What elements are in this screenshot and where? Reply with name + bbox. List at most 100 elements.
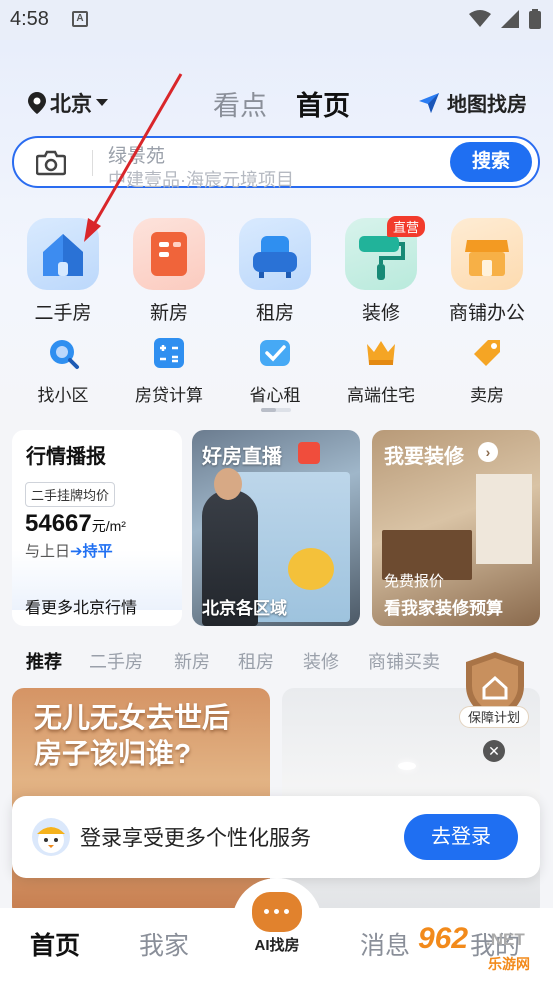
tab-zhuangxiu[interactable]: 装修 [303, 648, 339, 674]
deco-card-title: 我要装修 [384, 446, 464, 468]
nav-ai-find[interactable]: AI找房 [232, 878, 322, 968]
community-search-icon [50, 340, 79, 369]
watermark-net: .NET [486, 930, 525, 949]
site-watermark: 962 .NET 乐游网 [414, 920, 546, 978]
article-headline-line2: 房子该归谁? [34, 738, 192, 769]
market-card-compare: 与上日➔持平 [25, 540, 113, 561]
category-label: 商铺办公 [448, 303, 525, 324]
subcategory-luxury[interactable]: 高端住宅 [328, 336, 434, 406]
category-ershoufang[interactable]: 二手房 [10, 218, 116, 325]
compare-prefix: 与上日 [25, 543, 71, 560]
search-button[interactable]: 搜索 [450, 142, 532, 182]
market-card-tag: 二手挂牌均价 [25, 482, 116, 507]
subcategory-worry-free-rent[interactable]: 省心租 [222, 336, 328, 406]
wifi-icon [469, 10, 491, 27]
subcategory-label: 卖房 [470, 386, 504, 405]
direct-badge: 直营 [386, 216, 425, 237]
check-heart-icon [260, 340, 290, 366]
price-value: 54667 [25, 510, 92, 537]
subcategory-sell-house[interactable]: 卖房 [434, 336, 540, 406]
category-label: 租房 [255, 303, 294, 324]
deco-card-line2: 看我家装修预算 [384, 599, 503, 618]
price-tag-icon [474, 340, 500, 366]
caret-down-icon [96, 99, 108, 106]
system-icons [469, 9, 541, 29]
camera-icon[interactable] [36, 150, 66, 176]
search-bar[interactable]: 绿景苑 中建壹品·海宸元境项目 搜索 [12, 136, 540, 190]
search-divider [92, 150, 93, 176]
market-card-price: 54667元/m² [25, 510, 126, 538]
watermark-cn: 乐游网 [488, 956, 530, 972]
market-card-more: 看更多北京行情 [25, 600, 138, 617]
subcategory-label: 房贷计算 [135, 386, 203, 405]
subcategory-label: 高端住宅 [347, 386, 415, 405]
live-badge-icon [298, 442, 320, 464]
live-card-title: 好房直播 [202, 446, 282, 468]
deco-card-line1: 免费报价 [384, 573, 445, 590]
nav-home[interactable]: 首页 [30, 926, 80, 962]
building-icon [133, 218, 205, 290]
tab-recommend[interactable]: 推荐 [26, 648, 62, 674]
category-xinfang[interactable]: 新房 [116, 218, 222, 325]
signal-icon [501, 10, 519, 28]
market-card-title: 行情播报 [26, 446, 106, 468]
category-zhuangxiu[interactable]: 直营 装修 [328, 216, 434, 325]
presenter-head [214, 468, 242, 500]
subcategory-label: 省心租 [249, 386, 301, 405]
location-pin-icon [28, 92, 46, 114]
subcategory-mortgage-calc[interactable]: 房贷计算 [116, 336, 222, 406]
login-banner: 登录享受更多个性化服务 去登录 [12, 796, 540, 878]
page-indicator [261, 408, 291, 412]
tab-ershoufang[interactable]: 二手房 [89, 648, 143, 674]
search-placeholder-primary[interactable]: 绿景苑 [108, 141, 165, 168]
compare-value: 持平 [82, 543, 113, 560]
city-label: 北京 [50, 93, 92, 116]
article-headline: 无儿无女去世后 房子该归谁? [34, 700, 230, 772]
calculator-icon [154, 338, 184, 368]
close-icon[interactable]: ✕ [483, 740, 505, 762]
guarantee-label[interactable]: 保障计划 [459, 706, 529, 728]
battery-icon [529, 9, 541, 29]
map-find-button[interactable]: 地图找房 [417, 88, 527, 117]
subcategory-community[interactable]: 找小区 [10, 336, 116, 406]
category-shangpu[interactable]: 商铺办公 [434, 218, 540, 325]
nav-messages[interactable]: 消息 [360, 926, 410, 962]
article-headline-line1: 无儿无女去世后 [34, 702, 231, 733]
sofa-icon [239, 218, 311, 290]
chevron-right-icon: › [478, 442, 498, 462]
tab-home[interactable]: 首页 [296, 84, 350, 123]
trend-arrow-icon: ➔ [70, 543, 83, 560]
notification-icon: A [72, 11, 88, 27]
tab-kandian[interactable]: 看点 [213, 84, 267, 123]
category-label: 二手房 [34, 303, 92, 324]
tab-zufang[interactable]: 租房 [238, 648, 274, 674]
category-zufang[interactable]: 租房 [222, 218, 328, 325]
live-stream-card[interactable]: 好房直播 北京各区域 [192, 430, 360, 626]
nav-mine[interactable]: 我家 [139, 926, 189, 962]
city-selector[interactable]: 北京 [28, 88, 108, 118]
nav-ai-label: AI找房 [254, 937, 300, 954]
duck-mascot [288, 548, 334, 590]
map-find-label: 地图找房 [447, 94, 527, 116]
map-arrow-icon [419, 92, 439, 113]
price-unit: 元/m² [91, 518, 126, 534]
tab-xinfang[interactable]: 新房 [174, 648, 210, 674]
subcategory-label: 找小区 [37, 386, 89, 405]
status-bar: 4:58 A [0, 0, 553, 40]
search-placeholder-secondary[interactable]: 中建壹品·海宸元境项目 [108, 166, 294, 192]
crown-icon [367, 341, 395, 365]
ceiling-lamp [398, 762, 416, 770]
paint-roller-icon: 直营 [345, 216, 425, 290]
login-button[interactable]: 去登录 [404, 814, 518, 860]
login-banner-text: 登录享受更多个性化服务 [80, 827, 311, 850]
mascot-avatar [32, 818, 70, 856]
room-window [476, 474, 532, 564]
renovation-card[interactable]: 我要装修 › 免费报价 看我家装修预算 [372, 430, 540, 626]
market-report-card[interactable]: 行情播报 二手挂牌均价 54667元/m² 与上日➔持平 看更多北京行情 [12, 430, 182, 626]
tab-shangpu[interactable]: 商铺买卖 [368, 648, 440, 674]
category-label: 装修 [361, 303, 400, 324]
category-label: 新房 [149, 303, 188, 324]
shop-icon [451, 218, 523, 290]
house-icon [27, 218, 99, 290]
top-header: 北京 看点 首页 地图找房 [0, 78, 553, 124]
